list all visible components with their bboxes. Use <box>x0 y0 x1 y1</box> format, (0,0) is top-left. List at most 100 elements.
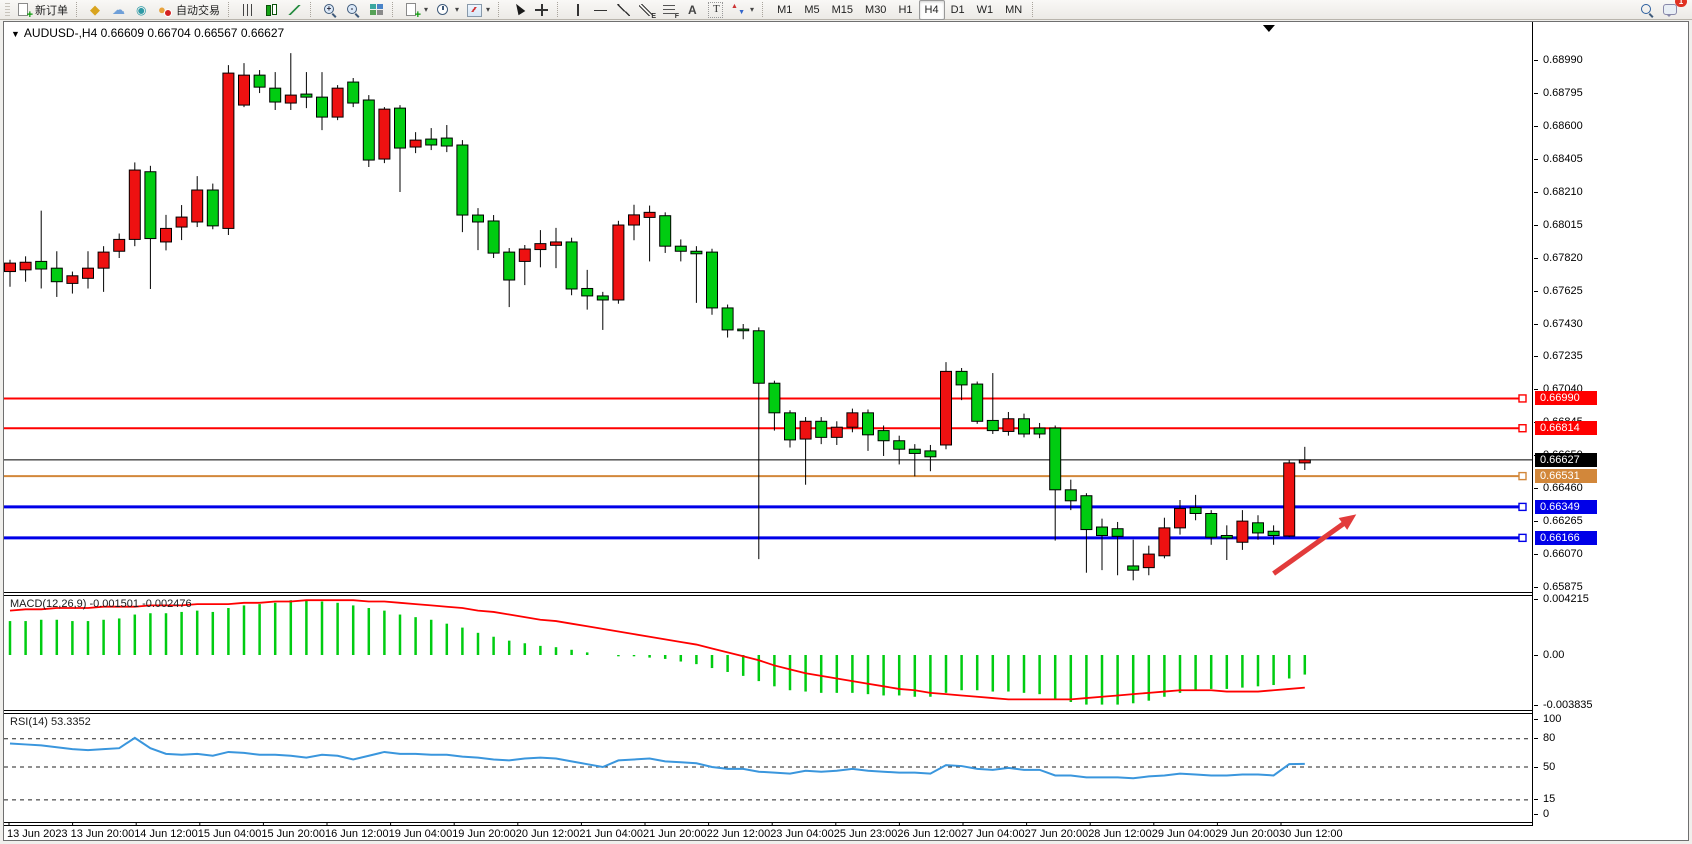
hline-endpoint[interactable] <box>1519 534 1526 541</box>
notifications-button[interactable]: 1 <box>1659 0 1682 20</box>
tab-d1[interactable]: D1 <box>945 0 971 20</box>
arrows-button[interactable]: ▾ <box>727 0 758 20</box>
horizontal-lines[interactable] <box>4 395 1526 541</box>
bar-chart-button[interactable] <box>237 0 260 20</box>
search-icon <box>1640 3 1655 17</box>
price-tick-label: 0.67235 <box>1543 350 1583 362</box>
mql5-community-button[interactable] <box>108 0 131 20</box>
axis-tick <box>1534 705 1538 706</box>
toolbar: 新订单 自动交易 ▾ ▾ ▾ ▾ M1 M5 M15 M30 H1 <box>0 0 1692 20</box>
candle-body <box>129 170 140 239</box>
horizontal-line-button[interactable] <box>589 0 612 20</box>
new-chart-button[interactable]: ▾ <box>401 0 432 20</box>
templates-button[interactable]: ▾ <box>463 0 494 20</box>
price-tag-0.66166[interactable]: 0.66166 <box>1535 531 1597 545</box>
price-tag-0.66531[interactable]: 0.66531 <box>1535 469 1597 483</box>
candle-body <box>769 383 780 413</box>
candle-body <box>1143 554 1154 568</box>
time-label: 15 Jun 04:00 <box>198 828 262 840</box>
chart-title: ▼AUDUSD-,H4 0.66609 0.66704 0.66567 0.66… <box>11 26 284 40</box>
toolbar-drag-handle[interactable] <box>5 3 10 17</box>
fibonacci-button[interactable] <box>658 0 681 20</box>
axis-tick <box>1534 60 1538 61</box>
time-label: 27 Jun 04:00 <box>961 828 1025 840</box>
axis-tick <box>1534 521 1538 522</box>
rsi-line <box>10 738 1305 778</box>
hline-endpoint[interactable] <box>1519 395 1526 402</box>
candle-body <box>83 268 94 278</box>
candle-body <box>67 276 78 284</box>
vertical-line-button[interactable] <box>566 0 589 20</box>
hline-endpoint[interactable] <box>1519 473 1526 480</box>
price-tick-label: 0.66070 <box>1543 548 1583 560</box>
candle-body <box>1284 463 1295 536</box>
auto-trading-button[interactable]: 自动交易 <box>154 0 224 20</box>
price-tick-label: 0.67820 <box>1543 252 1583 264</box>
period-button[interactable]: ▾ <box>432 0 463 20</box>
arrows-icon <box>731 3 746 17</box>
candle-body <box>1003 419 1014 432</box>
candle-body <box>800 421 811 439</box>
candle-body <box>941 371 952 445</box>
tab-m30[interactable]: M30 <box>859 0 892 20</box>
trendline-button[interactable] <box>612 0 635 20</box>
candle-body <box>36 261 47 269</box>
candle-body <box>317 97 328 117</box>
channel-button[interactable] <box>635 0 658 20</box>
crosshair-button[interactable] <box>530 0 553 20</box>
price-tick-label: 0.66460 <box>1543 482 1583 494</box>
hline-endpoint[interactable] <box>1519 503 1526 510</box>
hline-endpoint[interactable] <box>1519 425 1526 432</box>
price-tag-0.66814[interactable]: 0.66814 <box>1535 421 1597 435</box>
symbol-dropdown-icon[interactable]: ▼ <box>11 29 20 39</box>
axis-tick <box>1534 356 1538 357</box>
axis-tick <box>1534 488 1538 489</box>
signals-button[interactable] <box>131 0 154 20</box>
candle-body <box>1175 508 1186 527</box>
price-tag-0.66349[interactable]: 0.66349 <box>1535 500 1597 514</box>
tab-w1[interactable]: W1 <box>971 0 1000 20</box>
candlestick-icon <box>264 3 279 17</box>
cursor-button[interactable] <box>507 0 530 20</box>
candle-body <box>1097 527 1108 535</box>
candle-body <box>675 246 686 251</box>
candle-body <box>332 88 343 117</box>
signal-icon <box>135 3 150 17</box>
macd-pane[interactable] <box>10 600 1305 704</box>
auto-trading-icon <box>158 3 173 17</box>
candle-body <box>691 251 702 254</box>
tab-h1[interactable]: H1 <box>892 0 918 20</box>
time-label: 19 Jun 20:00 <box>452 828 516 840</box>
rsi-tick-label: 80 <box>1543 732 1555 744</box>
tab-h4[interactable]: H4 <box>919 0 945 20</box>
tab-m1[interactable]: M1 <box>771 0 798 20</box>
axis-tick <box>1534 719 1538 720</box>
tab-mn[interactable]: MN <box>999 0 1028 20</box>
candle-body <box>239 75 250 105</box>
axis-tick <box>1534 324 1538 325</box>
new-order-button[interactable]: 新订单 <box>13 0 72 20</box>
tab-m5[interactable]: M5 <box>798 0 825 20</box>
candle-body <box>410 140 421 147</box>
price-tag-0.66990[interactable]: 0.66990 <box>1535 391 1597 405</box>
candles-layer[interactable] <box>5 53 1311 580</box>
profile-button[interactable] <box>85 0 108 20</box>
chart-canvas[interactable]: MACD(12,26,9) -0.001501 -0.002476RSI(14)… <box>4 22 1533 826</box>
current-price-tag[interactable]: 0.66627 <box>1535 453 1597 467</box>
rsi-pane[interactable] <box>4 738 1533 800</box>
tab-m15[interactable]: M15 <box>826 0 859 20</box>
time-axis[interactable]: 13 Jun 202313 Jun 20:0014 Jun 12:0015 Ju… <box>4 826 1534 842</box>
search-button[interactable] <box>1636 0 1659 20</box>
text-label-button[interactable] <box>704 0 727 20</box>
axis-tick <box>1534 554 1538 555</box>
candle-body <box>504 252 515 280</box>
price-axis[interactable]: 0.689900.687950.686000.684050.682100.680… <box>1534 22 1687 826</box>
line-chart-button[interactable] <box>283 0 306 20</box>
tile-windows-button[interactable] <box>365 0 388 20</box>
zoom-in-button[interactable] <box>319 0 342 20</box>
price-tick-label: 0.67625 <box>1543 285 1583 297</box>
zoom-out-button[interactable] <box>342 0 365 20</box>
candle-body <box>473 215 484 222</box>
candlestick-chart-button[interactable] <box>260 0 283 20</box>
text-button[interactable] <box>681 0 704 20</box>
